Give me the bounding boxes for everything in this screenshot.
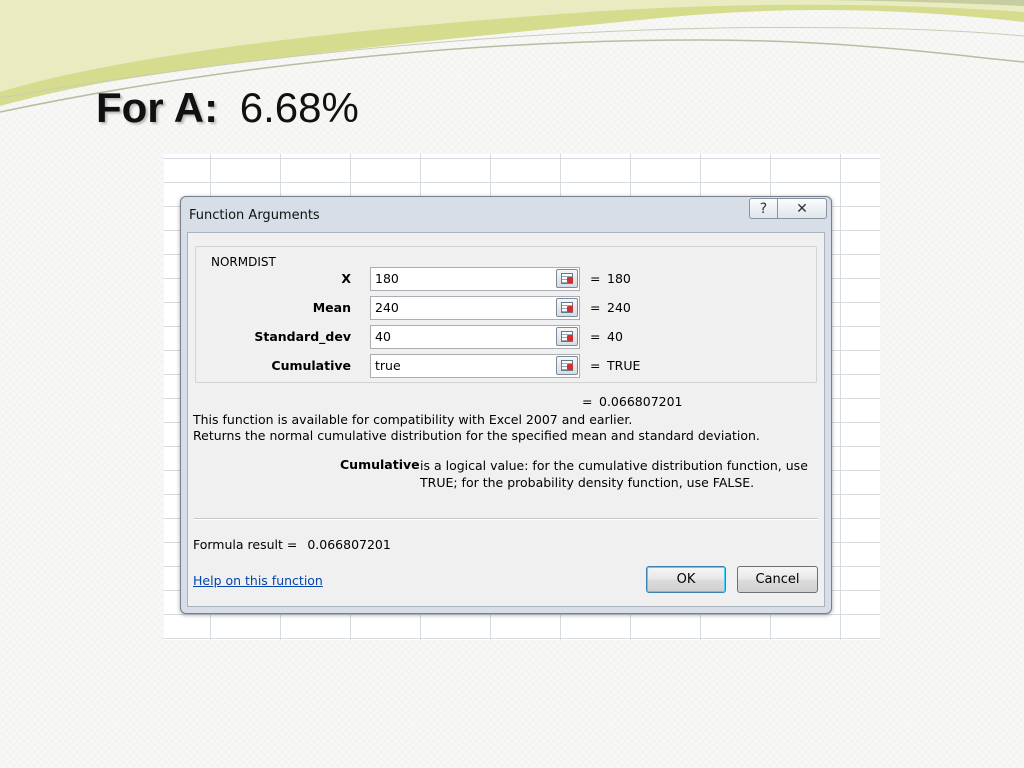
help-button[interactable]: ? <box>749 198 777 219</box>
cancel-button[interactable]: Cancel <box>737 566 818 593</box>
arg-result-cumulative: TRUE <box>607 358 641 373</box>
title-bar-buttons: ? ✕ <box>749 198 827 219</box>
equals-sign: = <box>590 329 601 344</box>
dialog-title: Function Arguments <box>189 208 320 223</box>
ok-button[interactable]: OK <box>646 566 726 593</box>
arg-row-cumulative: Cumulative true = TRUE <box>196 354 816 378</box>
divider <box>194 518 818 520</box>
function-description: This function is available for compatibi… <box>193 412 760 444</box>
slide-title-label: For A: <box>96 84 219 131</box>
argument-help-name: Cumulative <box>340 457 420 472</box>
arg-row-standard-dev: Standard_dev 40 = 40 <box>196 325 816 349</box>
formula-result: Formula result = 0.066807201 <box>193 537 391 552</box>
equals-sign: = <box>582 394 593 409</box>
description-line-2: Returns the normal cumulative distributi… <box>193 428 760 443</box>
equals-sign: = <box>590 271 601 286</box>
arg-input-cumulative[interactable]: true <box>370 354 580 378</box>
close-button[interactable]: ✕ <box>777 198 827 219</box>
slide-title: For A: 6.68% <box>96 84 359 132</box>
formula-result-value: 0.066807201 <box>307 537 391 552</box>
arg-label-standard-dev: Standard_dev <box>254 329 351 344</box>
collapse-dialog-icon[interactable] <box>556 356 578 375</box>
help-on-function-link[interactable]: Help on this function <box>193 573 323 588</box>
slide-title-value: 6.68% <box>239 84 359 131</box>
arg-input-standard-dev[interactable]: 40 <box>370 325 580 349</box>
collapse-dialog-icon[interactable] <box>556 269 578 288</box>
function-result: 0.066807201 <box>599 394 683 409</box>
function-arguments-dialog: Function Arguments ? ✕ NORMDIST X 180 = … <box>180 196 832 614</box>
equals-sign: = <box>590 358 601 373</box>
arg-input-x[interactable]: 180 <box>370 267 580 291</box>
arg-result-mean: 240 <box>607 300 631 315</box>
arg-label-mean: Mean <box>312 300 351 315</box>
collapse-dialog-icon[interactable] <box>556 327 578 346</box>
description-line-1: This function is available for compatibi… <box>193 412 633 427</box>
arg-input-mean[interactable]: 240 <box>370 296 580 320</box>
arg-label-cumulative: Cumulative <box>271 358 351 373</box>
arguments-group: NORMDIST X 180 = 180 Mean 240 = 240 Stan… <box>195 246 817 383</box>
arg-result-x: 180 <box>607 271 631 286</box>
arg-label-x: X <box>341 271 351 286</box>
collapse-dialog-icon[interactable] <box>556 298 578 317</box>
argument-help-text: is a logical value: for the cumulative d… <box>420 458 808 490</box>
arg-row-x: X 180 = 180 <box>196 267 816 291</box>
formula-result-label: Formula result = <box>193 537 298 552</box>
dialog-body: NORMDIST X 180 = 180 Mean 240 = 240 Stan… <box>187 232 825 607</box>
arg-result-standard-dev: 40 <box>607 329 623 344</box>
equals-sign: = <box>590 300 601 315</box>
arg-row-mean: Mean 240 = 240 <box>196 296 816 320</box>
